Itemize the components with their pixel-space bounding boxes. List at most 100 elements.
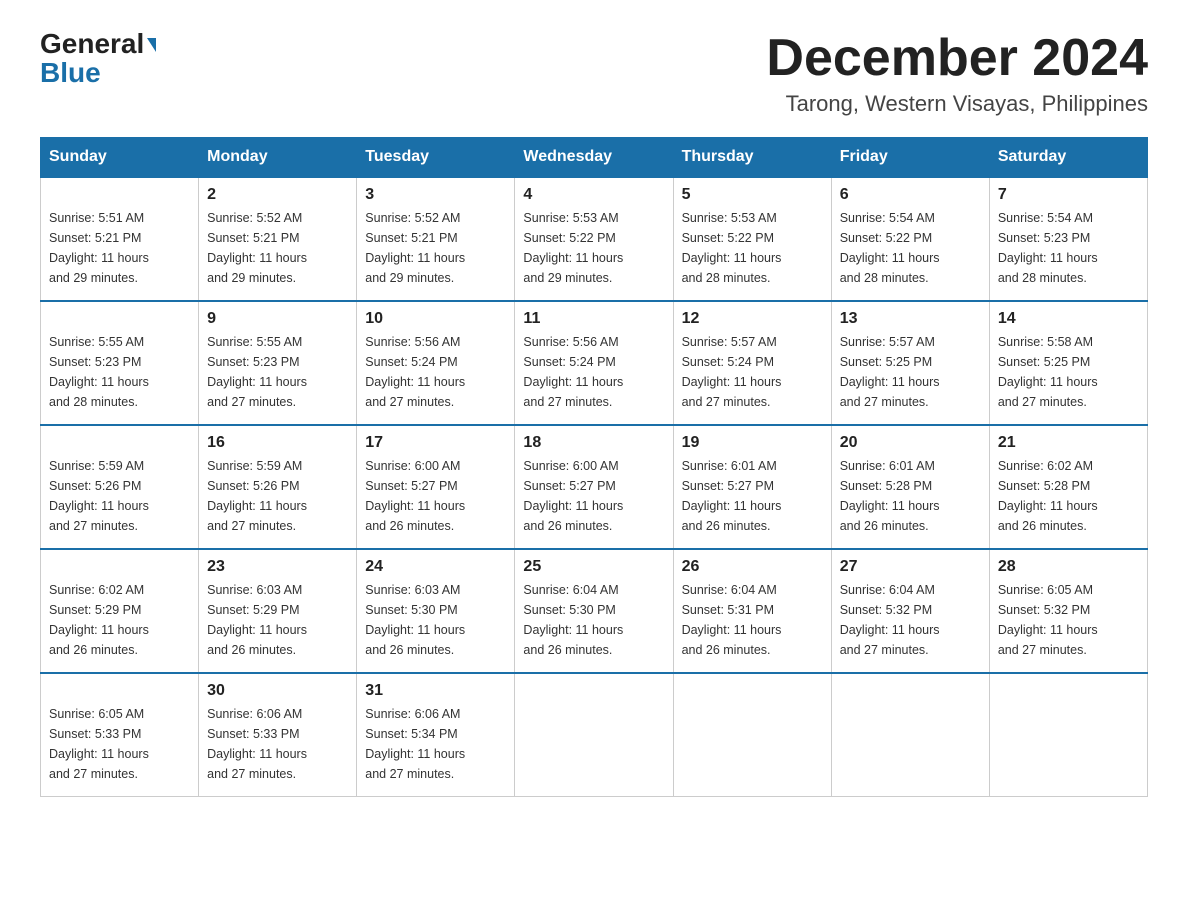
calendar-cell: 26 Sunrise: 6:04 AMSunset: 5:31 PMDayligh… bbox=[673, 549, 831, 673]
calendar-cell bbox=[515, 673, 673, 797]
day-number: 27 bbox=[840, 558, 981, 576]
day-number: 8 bbox=[49, 310, 190, 328]
day-number: 17 bbox=[365, 434, 506, 452]
day-detail: Sunrise: 5:53 AMSunset: 5:22 PMDaylight:… bbox=[523, 208, 664, 288]
day-number: 29 bbox=[49, 682, 190, 700]
day-number: 7 bbox=[998, 186, 1139, 204]
logo-line1: General bbox=[40, 30, 156, 58]
day-number: 1 bbox=[49, 186, 190, 204]
weekday-header-saturday: Saturday bbox=[989, 138, 1147, 178]
weekday-header-tuesday: Tuesday bbox=[357, 138, 515, 178]
calendar-cell: 17Sunrise: 6:00 AMSunset: 5:27 PMDayligh… bbox=[357, 425, 515, 549]
calendar-week-row: 15 Sunrise: 5:59 AMSunset: 5:26 PMDayligh… bbox=[41, 425, 1148, 549]
calendar-cell: 31 Sunrise: 6:06 AMSunset: 5:34 PMDayligh… bbox=[357, 673, 515, 797]
day-detail: Sunrise: 6:04 AMSunset: 5:30 PMDaylight:… bbox=[523, 580, 664, 660]
calendar-cell: 30Sunrise: 6:06 AMSunset: 5:33 PMDayligh… bbox=[199, 673, 357, 797]
day-number: 2 bbox=[207, 186, 348, 204]
calendar-cell bbox=[831, 673, 989, 797]
calendar-cell: 11Sunrise: 5:56 AMSunset: 5:24 PMDayligh… bbox=[515, 301, 673, 425]
day-number: 15 bbox=[49, 434, 190, 452]
calendar-cell: 12 Sunrise: 5:57 AMSunset: 5:24 PMDayligh… bbox=[673, 301, 831, 425]
day-detail: Sunrise: 6:01 AMSunset: 5:27 PMDaylight:… bbox=[682, 456, 823, 536]
day-number: 12 bbox=[682, 310, 823, 328]
calendar-cell bbox=[673, 673, 831, 797]
weekday-header-friday: Friday bbox=[831, 138, 989, 178]
calendar-cell: 16 Sunrise: 5:59 AMSunset: 5:26 PMDayligh… bbox=[199, 425, 357, 549]
day-detail: Sunrise: 5:59 AMSunset: 5:26 PMDaylight:… bbox=[49, 456, 190, 536]
calendar-cell: 2 Sunrise: 5:52 AMSunset: 5:21 PMDaylight… bbox=[199, 177, 357, 301]
calendar-cell: 20Sunrise: 6:01 AMSunset: 5:28 PMDayligh… bbox=[831, 425, 989, 549]
day-number: 26 bbox=[682, 558, 823, 576]
calendar-cell: 24Sunrise: 6:03 AMSunset: 5:30 PMDayligh… bbox=[357, 549, 515, 673]
day-detail: Sunrise: 6:00 AMSunset: 5:27 PMDaylight:… bbox=[523, 456, 664, 536]
calendar-cell: 21 Sunrise: 6:02 AMSunset: 5:28 PMDayligh… bbox=[989, 425, 1147, 549]
day-detail: Sunrise: 5:57 AMSunset: 5:25 PMDaylight:… bbox=[840, 332, 981, 412]
day-detail: Sunrise: 5:54 AMSunset: 5:22 PMDaylight:… bbox=[840, 208, 981, 288]
day-detail: Sunrise: 6:06 AMSunset: 5:34 PMDaylight:… bbox=[365, 704, 506, 784]
calendar-cell: 22 Sunrise: 6:02 AMSunset: 5:29 PMDayligh… bbox=[41, 549, 199, 673]
day-number: 4 bbox=[523, 186, 664, 204]
weekday-header-thursday: Thursday bbox=[673, 138, 831, 178]
calendar-cell: 15 Sunrise: 5:59 AMSunset: 5:26 PMDayligh… bbox=[41, 425, 199, 549]
day-detail: Sunrise: 6:05 AMSunset: 5:33 PMDaylight:… bbox=[49, 704, 190, 784]
day-number: 11 bbox=[523, 310, 664, 328]
day-number: 3 bbox=[365, 186, 506, 204]
day-number: 23 bbox=[207, 558, 348, 576]
calendar-cell: 7 Sunrise: 5:54 AMSunset: 5:23 PMDaylight… bbox=[989, 177, 1147, 301]
calendar-cell: 3 Sunrise: 5:52 AMSunset: 5:21 PMDaylight… bbox=[357, 177, 515, 301]
day-detail: Sunrise: 5:51 AMSunset: 5:21 PMDaylight:… bbox=[49, 208, 190, 288]
day-detail: Sunrise: 6:06 AMSunset: 5:33 PMDaylight:… bbox=[207, 704, 348, 784]
calendar-cell: 1 Sunrise: 5:51 AMSunset: 5:21 PMDaylight… bbox=[41, 177, 199, 301]
day-detail: Sunrise: 6:02 AMSunset: 5:29 PMDaylight:… bbox=[49, 580, 190, 660]
day-number: 14 bbox=[998, 310, 1139, 328]
day-number: 18 bbox=[523, 434, 664, 452]
day-detail: Sunrise: 5:52 AMSunset: 5:21 PMDaylight:… bbox=[207, 208, 348, 288]
calendar-cell: 18 Sunrise: 6:00 AMSunset: 5:27 PMDayligh… bbox=[515, 425, 673, 549]
title-section: December 2024 Tarong, Western Visayas, P… bbox=[766, 30, 1148, 117]
calendar-cell: 4 Sunrise: 5:53 AMSunset: 5:22 PMDaylight… bbox=[515, 177, 673, 301]
day-detail: Sunrise: 5:55 AMSunset: 5:23 PMDaylight:… bbox=[207, 332, 348, 412]
calendar-cell: 29 Sunrise: 6:05 AMSunset: 5:33 PMDayligh… bbox=[41, 673, 199, 797]
day-number: 9 bbox=[207, 310, 348, 328]
day-detail: Sunrise: 6:03 AMSunset: 5:29 PMDaylight:… bbox=[207, 580, 348, 660]
calendar-week-row: 22 Sunrise: 6:02 AMSunset: 5:29 PMDayligh… bbox=[41, 549, 1148, 673]
calendar-cell: 25Sunrise: 6:04 AMSunset: 5:30 PMDayligh… bbox=[515, 549, 673, 673]
weekday-header-wednesday: Wednesday bbox=[515, 138, 673, 178]
day-number: 21 bbox=[998, 434, 1139, 452]
logo: General Blue bbox=[40, 30, 156, 89]
day-number: 6 bbox=[840, 186, 981, 204]
page-header: General Blue December 2024 Tarong, Weste… bbox=[40, 30, 1148, 117]
month-title: December 2024 bbox=[766, 30, 1148, 87]
calendar-cell: 9 Sunrise: 5:55 AMSunset: 5:23 PMDaylight… bbox=[199, 301, 357, 425]
weekday-header-monday: Monday bbox=[199, 138, 357, 178]
day-number: 28 bbox=[998, 558, 1139, 576]
calendar-week-row: 8 Sunrise: 5:55 AMSunset: 5:23 PMDaylight… bbox=[41, 301, 1148, 425]
calendar-cell: 19 Sunrise: 6:01 AMSunset: 5:27 PMDayligh… bbox=[673, 425, 831, 549]
calendar-cell: 8Sunrise: 5:55 AMSunset: 5:23 PMDaylight… bbox=[41, 301, 199, 425]
day-detail: Sunrise: 5:57 AMSunset: 5:24 PMDaylight:… bbox=[682, 332, 823, 412]
calendar-cell: 27Sunrise: 6:04 AMSunset: 5:32 PMDayligh… bbox=[831, 549, 989, 673]
day-number: 10 bbox=[365, 310, 506, 328]
day-detail: Sunrise: 6:05 AMSunset: 5:32 PMDaylight:… bbox=[998, 580, 1139, 660]
calendar-table: SundayMondayTuesdayWednesdayThursdayFrid… bbox=[40, 137, 1148, 797]
day-number: 31 bbox=[365, 682, 506, 700]
day-detail: Sunrise: 6:04 AMSunset: 5:31 PMDaylight:… bbox=[682, 580, 823, 660]
day-detail: Sunrise: 6:02 AMSunset: 5:28 PMDaylight:… bbox=[998, 456, 1139, 536]
day-number: 19 bbox=[682, 434, 823, 452]
day-detail: Sunrise: 5:54 AMSunset: 5:23 PMDaylight:… bbox=[998, 208, 1139, 288]
day-number: 24 bbox=[365, 558, 506, 576]
day-detail: Sunrise: 5:59 AMSunset: 5:26 PMDaylight:… bbox=[207, 456, 348, 536]
calendar-header-row: SundayMondayTuesdayWednesdayThursdayFrid… bbox=[41, 138, 1148, 178]
day-detail: Sunrise: 6:01 AMSunset: 5:28 PMDaylight:… bbox=[840, 456, 981, 536]
weekday-header-sunday: Sunday bbox=[41, 138, 199, 178]
day-number: 5 bbox=[682, 186, 823, 204]
calendar-cell: 5 Sunrise: 5:53 AMSunset: 5:22 PMDaylight… bbox=[673, 177, 831, 301]
calendar-cell: 23 Sunrise: 6:03 AMSunset: 5:29 PMDayligh… bbox=[199, 549, 357, 673]
calendar-cell: 28 Sunrise: 6:05 AMSunset: 5:32 PMDayligh… bbox=[989, 549, 1147, 673]
day-detail: Sunrise: 5:58 AMSunset: 5:25 PMDaylight:… bbox=[998, 332, 1139, 412]
day-detail: Sunrise: 5:52 AMSunset: 5:21 PMDaylight:… bbox=[365, 208, 506, 288]
day-detail: Sunrise: 5:53 AMSunset: 5:22 PMDaylight:… bbox=[682, 208, 823, 288]
day-number: 16 bbox=[207, 434, 348, 452]
day-number: 22 bbox=[49, 558, 190, 576]
calendar-cell: 14 Sunrise: 5:58 AMSunset: 5:25 PMDayligh… bbox=[989, 301, 1147, 425]
